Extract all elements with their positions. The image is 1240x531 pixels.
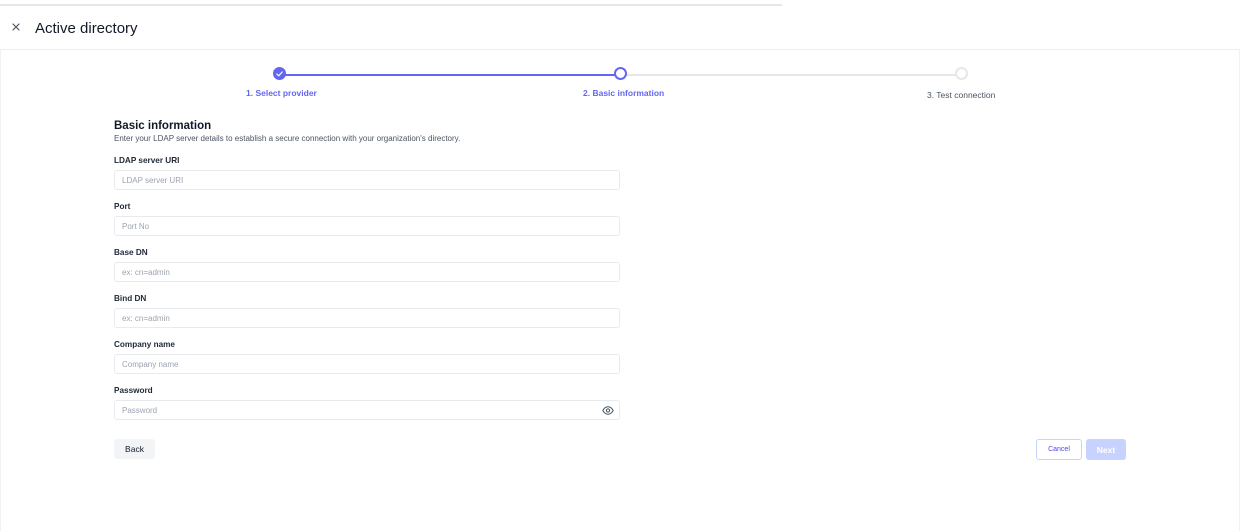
- check-icon: [276, 70, 283, 76]
- close-button[interactable]: [8, 19, 24, 35]
- step-2-label: 2. Basic information: [583, 88, 665, 98]
- password-label: Password: [114, 386, 153, 395]
- eye-icon: [602, 405, 614, 415]
- port-label: Port: [114, 202, 131, 211]
- company-name-label: Company name: [114, 340, 175, 349]
- ldap-uri-input[interactable]: [114, 170, 620, 190]
- step-2-indicator: [614, 67, 627, 80]
- section-title: Basic information: [114, 120, 212, 132]
- stepper-progress: [279, 74, 620, 76]
- port-input[interactable]: [114, 216, 620, 236]
- page-title: Active directory: [35, 20, 138, 37]
- modal-header: Active directory: [0, 6, 1240, 50]
- back-button[interactable]: Back: [114, 439, 155, 459]
- password-visibility-toggle[interactable]: [602, 405, 614, 415]
- close-icon: [12, 23, 20, 31]
- step-1-indicator: [273, 67, 286, 80]
- next-button[interactable]: Next: [1086, 439, 1126, 460]
- company-name-input[interactable]: [114, 354, 620, 374]
- step-1-label: 1. Select provider: [246, 88, 317, 98]
- password-input[interactable]: [114, 400, 620, 420]
- bind-dn-input[interactable]: [114, 308, 620, 328]
- base-dn-input[interactable]: [114, 262, 620, 282]
- cancel-button[interactable]: Cancel: [1036, 439, 1082, 460]
- base-dn-label: Base DN: [114, 248, 148, 257]
- step-3-label: 3. Test connection: [927, 90, 996, 100]
- ldap-uri-label: LDAP server URI: [114, 156, 180, 165]
- section-description: Enter your LDAP server details to establ…: [114, 134, 461, 143]
- bind-dn-label: Bind DN: [114, 294, 147, 303]
- step-3-indicator: [955, 67, 968, 80]
